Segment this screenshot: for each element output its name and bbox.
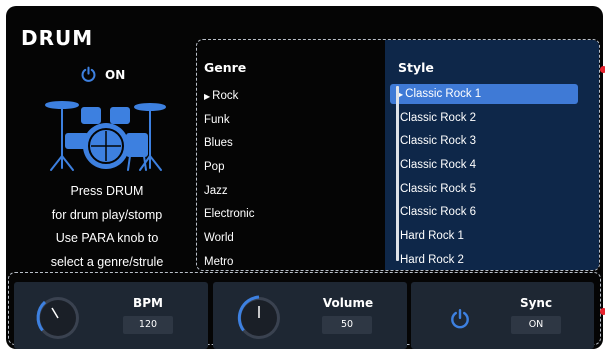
genre-label: Rock [212, 90, 239, 102]
style-item[interactable]: Classic Rock 6 [390, 202, 578, 222]
genre-list: ▶ Rock Funk Blues Pop Jazz Electronic Wor… [204, 88, 255, 270]
selection-marker-icon: ▶ [204, 92, 211, 101]
instruction-line: Use PARA knob to [55, 231, 159, 245]
style-item[interactable]: Hard Rock 2 [390, 250, 578, 270]
bpm-value[interactable]: 120 [123, 316, 173, 334]
style-item[interactable]: Classic Rock 2 [390, 108, 578, 128]
genre-item-electronic[interactable]: Electronic [204, 206, 255, 230]
power-icon[interactable] [449, 308, 471, 330]
instructions-text: Press DRUM for drum play/stomp Use PARA … [12, 180, 202, 274]
volume-value[interactable]: 50 [322, 316, 372, 334]
genre-column: Genre ▶ Rock Funk Blues Pop Jazz Electron… [197, 40, 384, 270]
genre-item-rock[interactable]: ▶ Rock [204, 88, 255, 112]
instruction-line: for drum play/stomp [51, 207, 163, 222]
sync-label: Sync [519, 296, 553, 310]
drum-power-toggle[interactable]: ON [80, 66, 125, 83]
style-item[interactable]: Classic Rock 5 [390, 179, 578, 199]
sync-control: Sync ON [411, 282, 594, 349]
bpm-label: BPM [133, 296, 163, 310]
genre-item-jazz[interactable]: Jazz [204, 183, 255, 207]
instruction-line: select a genre/strule [50, 254, 164, 269]
page-title: DRUM [21, 26, 94, 50]
genre-item-blues[interactable]: Blues [204, 135, 255, 159]
style-item[interactable]: Classic Rock 4 [390, 155, 578, 175]
genre-item-metro[interactable]: Metro [204, 254, 255, 270]
instruction-line: Press DRUM [70, 184, 144, 198]
power-state-label: ON [105, 67, 126, 82]
power-icon [81, 66, 96, 82]
style-item-selected[interactable]: ▶ Classic Rock 1 [390, 84, 578, 104]
style-list: ▶ Classic Rock 1 Classic Rock 2 Classic R… [390, 84, 578, 270]
genre-item-funk[interactable]: Funk [204, 112, 255, 136]
panel-indicator-dot [600, 66, 605, 73]
style-scrollbar[interactable] [396, 86, 399, 261]
control-bar-indicator-dot [600, 308, 605, 315]
style-item[interactable]: Hard Rock 1 [390, 226, 578, 246]
bpm-control: BPM 120 [14, 282, 208, 349]
drum-kit-icon [45, 101, 166, 171]
style-item[interactable]: Classic Rock 3 [390, 131, 578, 151]
volume-knob[interactable] [231, 290, 287, 346]
style-column: Style ▶ Classic Rock 1 Classic Rock 2 Cla… [385, 40, 599, 270]
style-header: Style [398, 60, 434, 75]
bpm-knob[interactable] [30, 290, 86, 346]
genre-header: Genre [204, 60, 247, 75]
style-label: Classic Rock 1 [405, 88, 482, 100]
genre-item-pop[interactable]: Pop [204, 159, 255, 183]
volume-control: Volume 50 [213, 282, 407, 349]
volume-label: Volume [322, 296, 374, 310]
sync-value[interactable]: ON [511, 316, 561, 334]
genre-item-world[interactable]: World [204, 230, 255, 254]
